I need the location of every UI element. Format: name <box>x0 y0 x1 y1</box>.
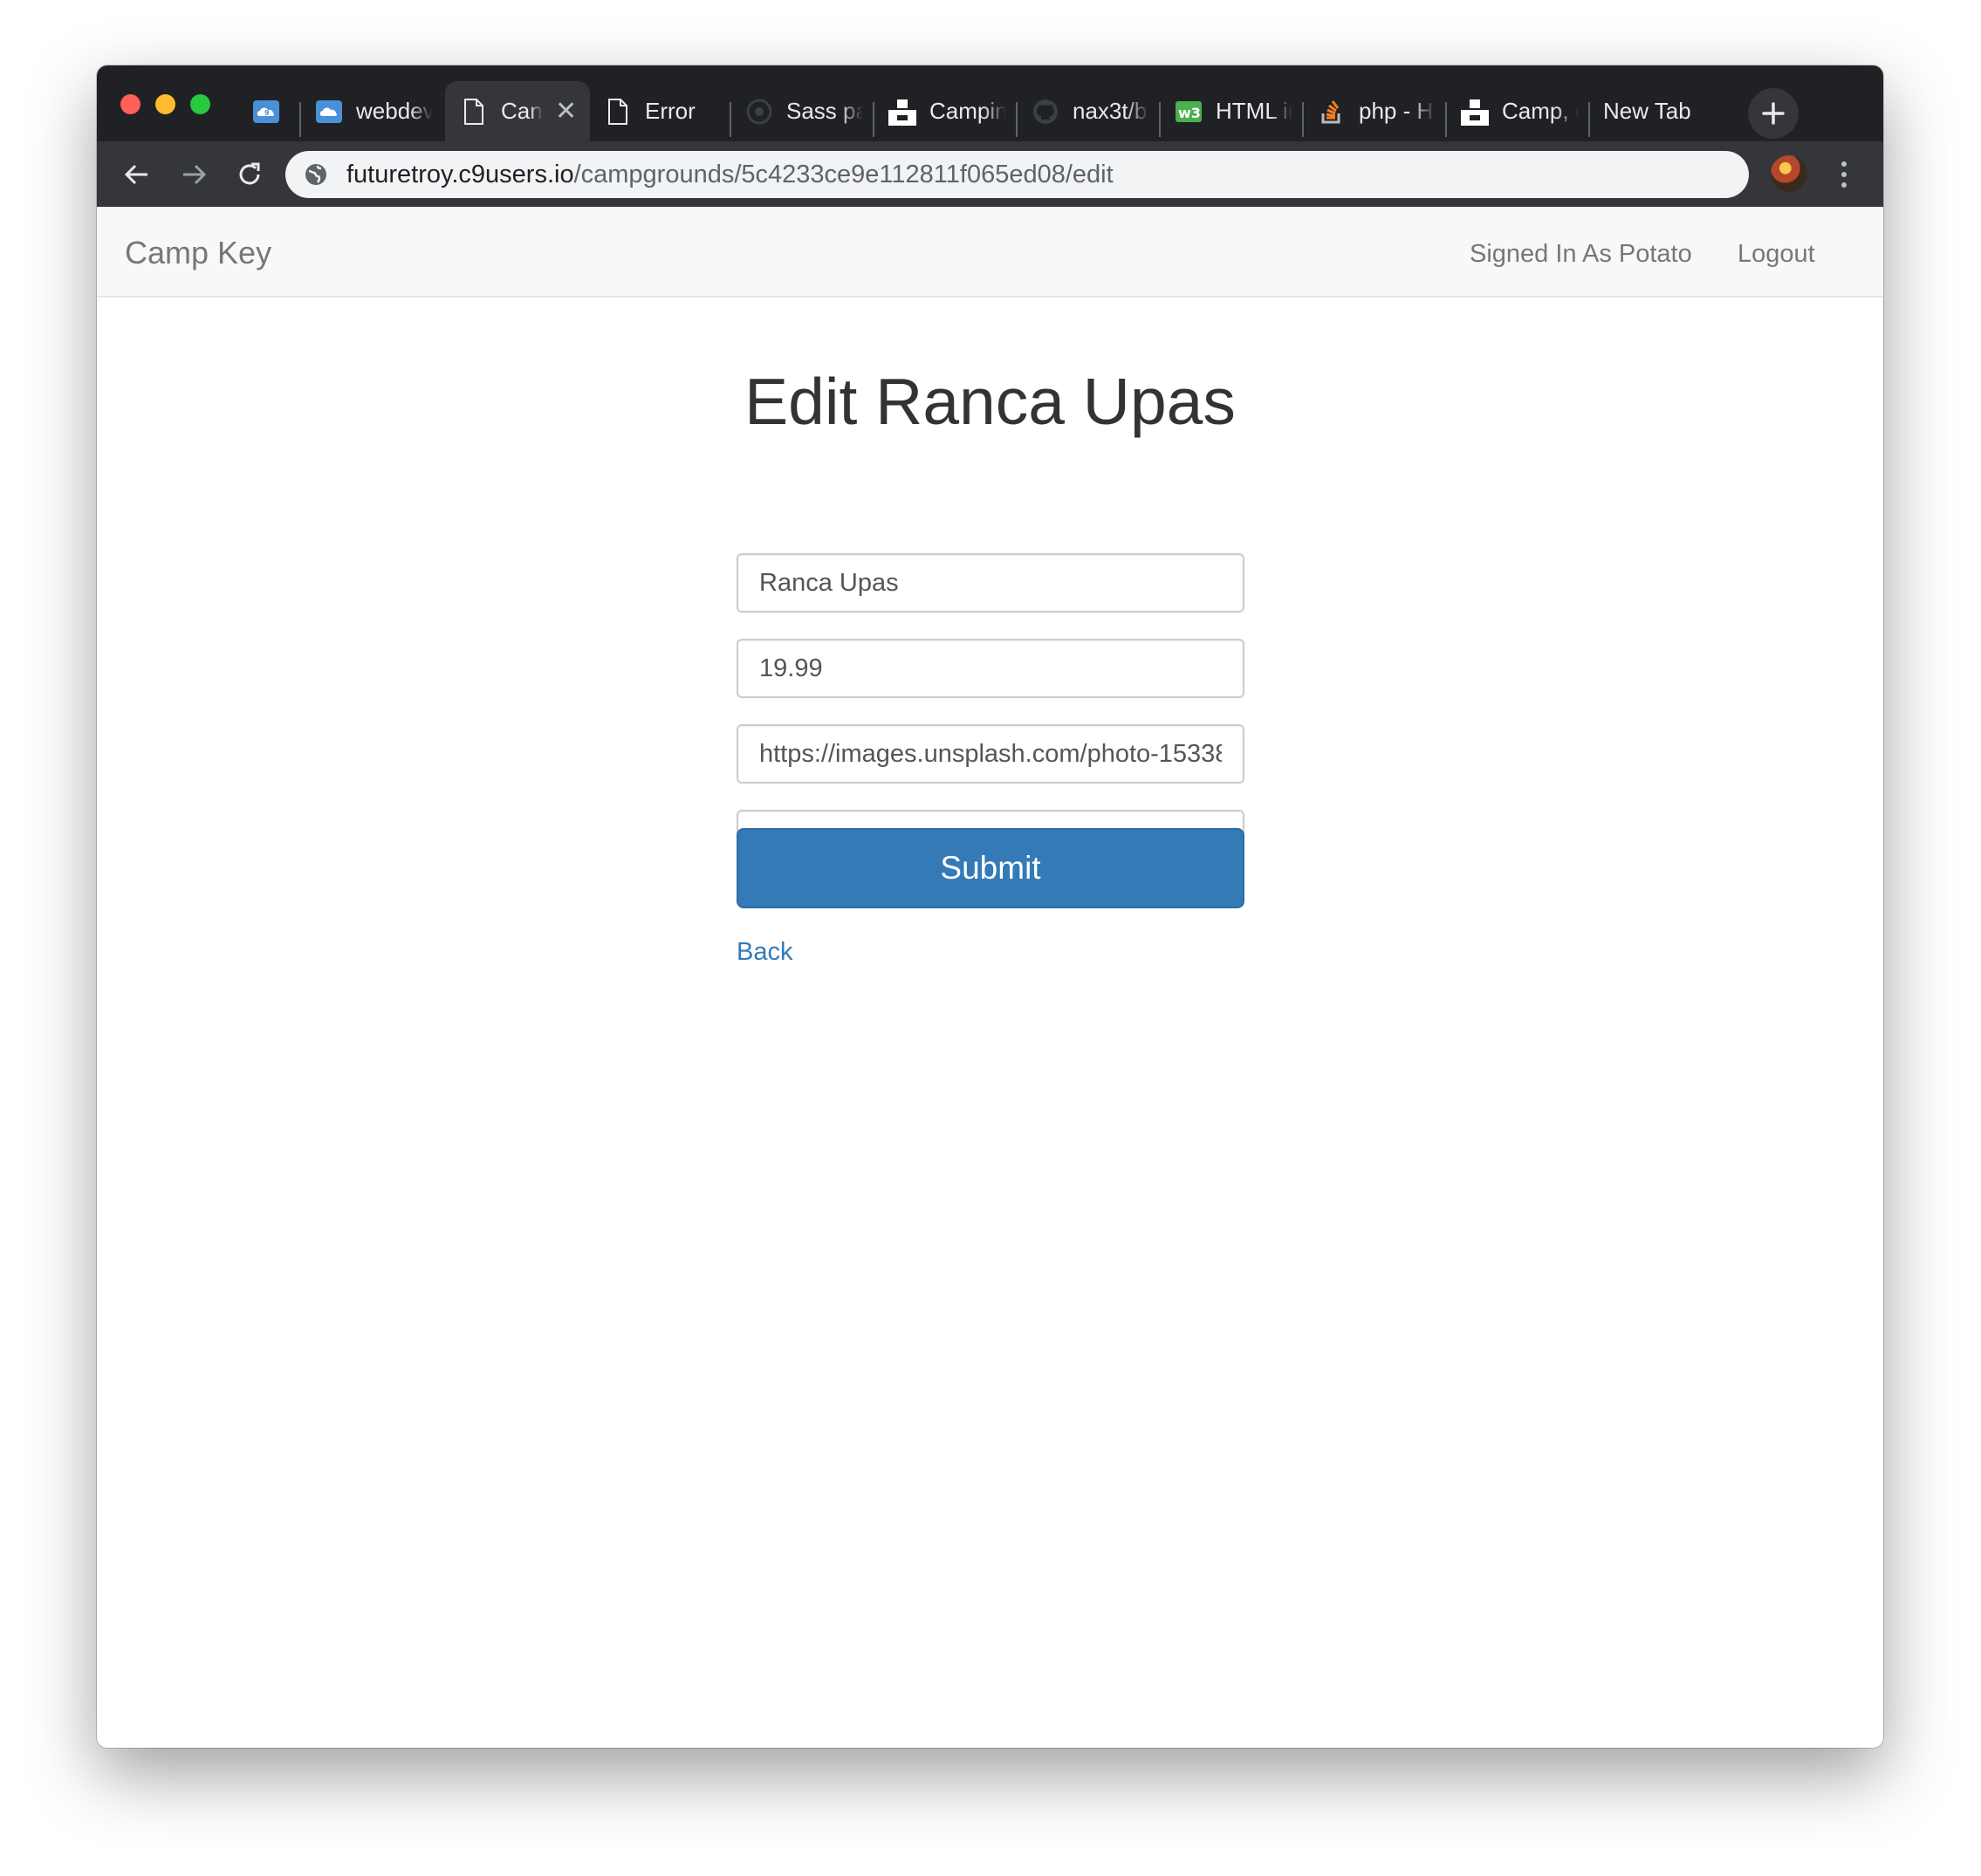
sass-icon <box>745 98 773 126</box>
w3schools-icon: w3 <box>1175 98 1203 126</box>
tab-camping[interactable]: Campin <box>888 81 1011 141</box>
tab-label: nax3t/b <box>1073 98 1148 124</box>
tab-github[interactable]: nax3t/b <box>1032 81 1154 141</box>
page-icon <box>604 98 632 126</box>
tab-separator <box>873 102 874 137</box>
unsplash-icon <box>888 98 916 126</box>
back-button[interactable] <box>118 155 156 194</box>
image-url-input[interactable] <box>737 724 1244 784</box>
logout-link[interactable]: Logout <box>1738 240 1815 269</box>
browser-toolbar: futuretroy.c9users.io/campgrounds/5c4233… <box>97 141 1883 207</box>
page-icon <box>460 98 488 126</box>
browser-menu-icon[interactable] <box>1831 155 1857 194</box>
reload-icon <box>239 162 260 185</box>
url-host: futuretroy.c9users.io <box>346 160 574 188</box>
tab-php[interactable]: php - H <box>1318 81 1440 141</box>
svg-text:9: 9 <box>264 109 270 117</box>
tab-separator <box>299 102 301 137</box>
brand-link[interactable]: Camp Key <box>125 235 271 271</box>
tab-label: webdev <box>356 98 433 124</box>
tab-separator <box>1159 102 1161 137</box>
plus-icon <box>1762 102 1785 125</box>
tab-separator <box>1302 102 1304 137</box>
globe-icon <box>303 161 329 188</box>
tab-label: Can <box>501 98 543 124</box>
tab-separator <box>730 102 731 137</box>
tab-label: New Tab <box>1603 98 1691 124</box>
name-input[interactable] <box>737 553 1244 613</box>
tab-camp[interactable]: Camp, c <box>1461 81 1583 141</box>
tab-campgrounds-active[interactable]: Can ✕ <box>445 81 590 141</box>
url-path: /campgrounds/5c4233ce9e112811f065ed08/ed… <box>573 160 1114 188</box>
tab-strip: 9 webdev Can ✕ Error Sass pa Campin nax3… <box>97 65 1883 141</box>
stackoverflow-icon <box>1318 98 1346 126</box>
tab-error[interactable]: Error <box>604 81 717 141</box>
github-icon <box>1032 98 1059 126</box>
unsplash-icon <box>1461 98 1489 126</box>
tab-webdev[interactable]: webdev <box>315 81 437 141</box>
tab-label: Camp, c <box>1502 98 1579 124</box>
site-navbar: Camp Key Signed In As Potato Logout <box>97 207 1883 298</box>
tab-label: Sass pa <box>786 98 863 124</box>
close-tab-icon[interactable]: ✕ <box>555 96 577 127</box>
price-input[interactable] <box>737 639 1244 698</box>
svg-text:w3: w3 <box>1178 105 1201 121</box>
tab-label: HTML in <box>1216 98 1292 124</box>
forward-button[interactable] <box>175 155 213 194</box>
new-tab-button[interactable] <box>1748 88 1799 139</box>
tab-cloud9-pinned[interactable]: 9 <box>252 81 294 141</box>
arrow-right-icon <box>183 164 207 185</box>
tab-label: php - H <box>1359 98 1434 124</box>
page-title: Edit Ranca Upas <box>744 365 1236 438</box>
reload-button[interactable] <box>230 155 269 194</box>
tab-new-tab[interactable]: New Tab <box>1603 81 1725 141</box>
url-text: futuretroy.c9users.io/campgrounds/5c4233… <box>346 161 1114 189</box>
close-window-button[interactable] <box>120 94 141 114</box>
minimize-window-button[interactable] <box>155 94 175 114</box>
tab-label: Campin <box>929 98 1006 124</box>
submit-button[interactable]: Submit <box>737 828 1244 908</box>
tab-label: Error <box>645 98 696 124</box>
browser-window: 9 webdev Can ✕ Error Sass pa Campin nax3… <box>97 65 1883 1748</box>
address-bar[interactable]: futuretroy.c9users.io/campgrounds/5c4233… <box>285 151 1749 198</box>
maximize-window-button[interactable] <box>190 94 210 114</box>
cloud9-icon: 9 <box>252 98 280 126</box>
back-link[interactable]: Back <box>737 938 792 967</box>
cloud9-icon <box>315 98 343 126</box>
profile-avatar[interactable] <box>1771 155 1807 192</box>
tab-sass[interactable]: Sass pa <box>745 81 867 141</box>
arrow-left-icon <box>124 164 147 185</box>
tab-html[interactable]: w3 HTML in <box>1175 81 1297 141</box>
tab-separator <box>1588 102 1590 137</box>
page-content: Camp Key Signed In As Potato Logout Edit… <box>97 207 1883 1748</box>
tab-separator <box>1016 102 1018 137</box>
signed-in-link[interactable]: Signed In As Potato <box>1470 240 1692 269</box>
tab-separator <box>1445 102 1447 137</box>
